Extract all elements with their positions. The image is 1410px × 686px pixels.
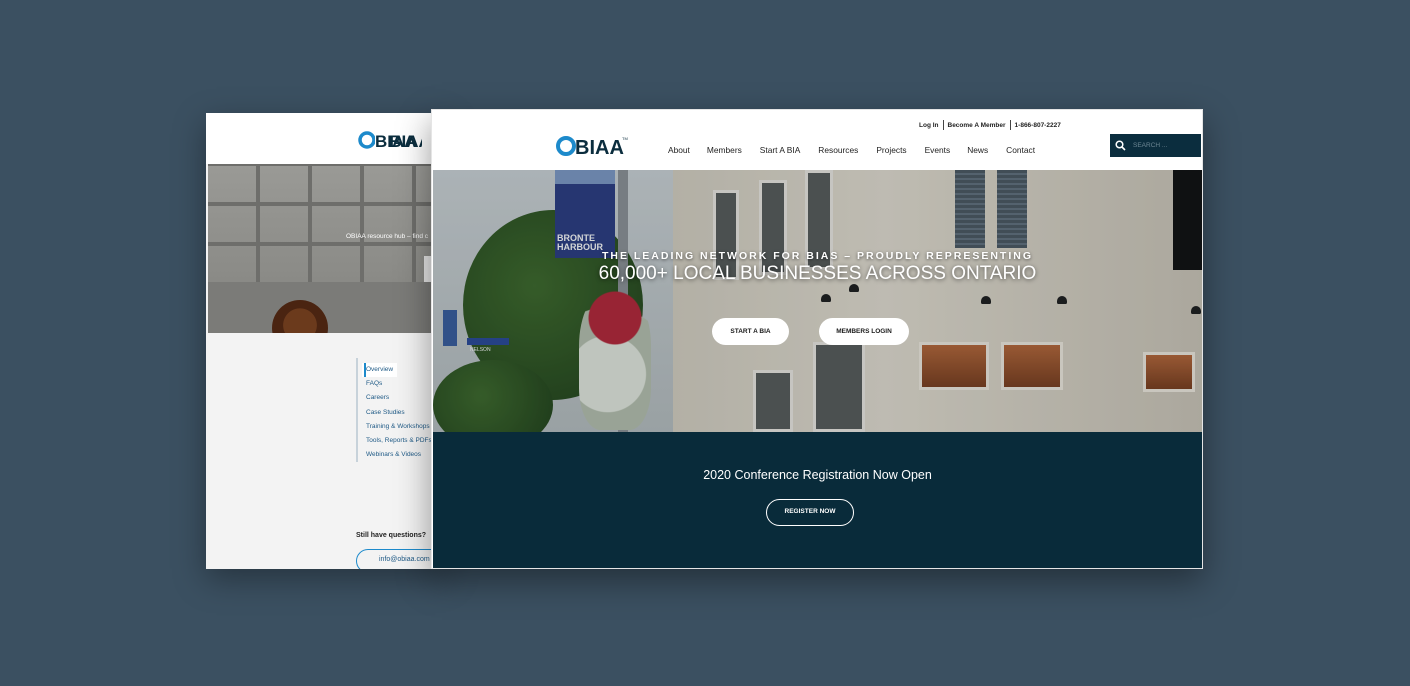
- members-login-button[interactable]: MEMBERS LOGIN: [819, 318, 909, 345]
- utility-bar: Log In Become A Member 1-866-807-2227: [919, 120, 1061, 130]
- login-link[interactable]: Log In: [919, 122, 939, 129]
- nav-contact[interactable]: Contact: [1006, 145, 1035, 155]
- search-box[interactable]: [1110, 134, 1201, 157]
- search-input[interactable]: [1133, 142, 1195, 149]
- person-photo: [272, 300, 328, 333]
- sidebar-item-careers[interactable]: Careers: [366, 391, 432, 405]
- nav-events[interactable]: Events: [925, 145, 951, 155]
- become-member-link[interactable]: Become A Member: [948, 122, 1006, 129]
- cta-title: 2020 Conference Registration Now Open: [703, 468, 932, 482]
- hero-section: BRONTE HARBOUR NELSON THE LEADING NETWOR…: [433, 170, 1202, 432]
- sidebar-item-training[interactable]: Training & Workshops: [366, 420, 432, 434]
- sidebar-item-faqs[interactable]: FAQs: [366, 377, 432, 391]
- nav-members[interactable]: Members: [707, 145, 742, 155]
- nav-start-a-bia[interactable]: Start A BIA: [760, 145, 801, 155]
- back-hero-image: OBIAA resource hub – find c: [208, 164, 446, 333]
- sidebar-item-case-studies[interactable]: Case Studies: [366, 406, 432, 420]
- register-now-button[interactable]: REGISTER NOW: [766, 499, 854, 526]
- nav-news[interactable]: News: [967, 145, 988, 155]
- phone-link[interactable]: 1-866-807-2227: [1015, 122, 1061, 129]
- nav-about[interactable]: About: [668, 145, 690, 155]
- homepage: Log In Become A Member 1-866-807-2227 BI…: [431, 109, 1203, 569]
- svg-text:BIAA: BIAA: [575, 137, 624, 158]
- conference-cta: 2020 Conference Registration Now Open RE…: [433, 432, 1202, 568]
- sidebar-item-overview[interactable]: Overview: [362, 363, 398, 378]
- hero-text: OBIAA resource hub – find c: [346, 233, 429, 240]
- sidebar-item-tools[interactable]: Tools, Reports & PDFs: [366, 434, 432, 448]
- back-header: OBIAA BIAA: [206, 113, 446, 164]
- nav-projects[interactable]: Projects: [876, 145, 906, 155]
- hero-subtitle: THE LEADING NETWORK FOR BIAS – PROUDLY R…: [601, 250, 1034, 262]
- hero-windows: [208, 164, 446, 282]
- nav-resources[interactable]: Resources: [818, 145, 858, 155]
- hero-overlay: [433, 170, 1202, 432]
- obiaa-logo: OBIAA BIAA: [358, 130, 422, 150]
- search-icon[interactable]: [1115, 140, 1126, 151]
- hero-title: 60,000+ LOCAL BUSINESSES ACROSS ONTARIO: [598, 263, 1037, 284]
- svg-text:BIAA: BIAA: [375, 132, 417, 150]
- obiaa-logo[interactable]: BIAA TM: [556, 134, 628, 158]
- questions-heading: Still have questions?: [356, 532, 427, 539]
- sidebar-item-webinars[interactable]: Webinars & Videos: [366, 448, 432, 462]
- main-navigation: About Members Start A BIA Resources Proj…: [668, 145, 1035, 155]
- divider: [942, 120, 944, 130]
- start-a-bia-button[interactable]: START A BIA: [712, 318, 789, 345]
- resource-hub-page: OBIAA BIAA OBIAA resource hub – find c O…: [206, 113, 446, 569]
- divider: [1009, 120, 1011, 130]
- resource-sidebar-nav: Overview FAQs Careers Case Studies Train…: [356, 358, 432, 463]
- svg-text:TM: TM: [622, 136, 628, 141]
